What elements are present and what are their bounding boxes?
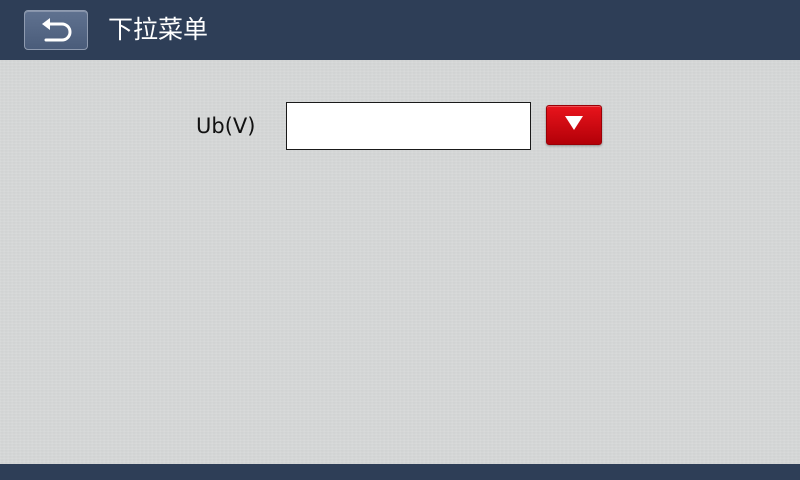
back-arrow-icon: [38, 16, 74, 44]
ub-value-input[interactable]: [286, 102, 531, 150]
page-title: 下拉菜单: [108, 15, 209, 44]
ub-label: Ub(V): [196, 114, 256, 138]
bottom-bar: [0, 464, 800, 480]
dropdown-button[interactable]: [546, 105, 602, 145]
title-bar: 下拉菜单: [0, 0, 800, 60]
triangle-down-icon: [564, 115, 584, 135]
screen: 下拉菜单 Ub(V): [0, 0, 800, 480]
back-button[interactable]: [24, 10, 88, 50]
